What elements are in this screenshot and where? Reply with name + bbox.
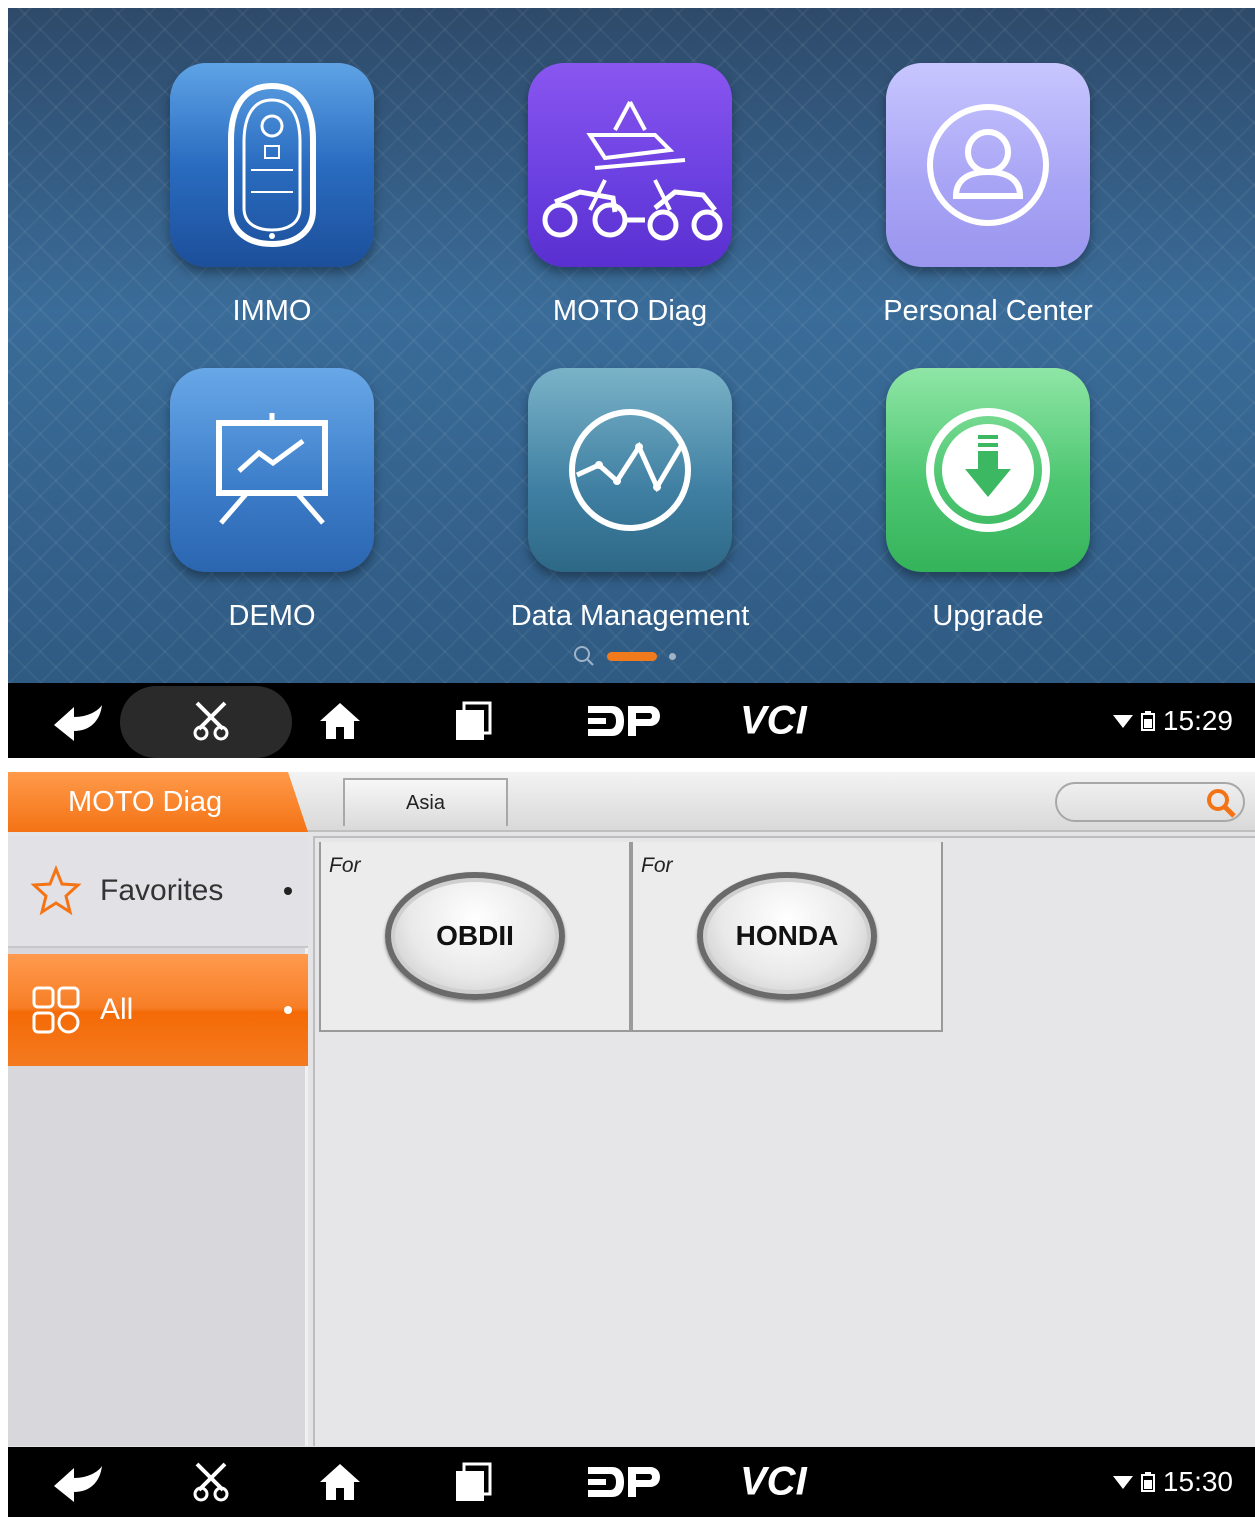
app-personal-center[interactable]: Personal Center	[858, 63, 1118, 328]
star-icon	[30, 865, 82, 916]
selection-dot	[284, 1006, 292, 1014]
app-label: MOTO Diag	[552, 295, 708, 327]
app-label: Data Management	[510, 600, 750, 632]
motorcycle-snowmobile-atv-icon	[528, 63, 732, 267]
search-icon[interactable]	[573, 645, 595, 667]
moto-diag-screen: MOTO Diag Asia Favorites All For OBDII F…	[8, 772, 1255, 1517]
clock-time: 15:30	[1162, 1466, 1233, 1497]
screenshot-button[interactable]	[193, 1462, 229, 1502]
page-title: MOTO Diag	[8, 772, 308, 832]
sidebar-item-favorites[interactable]: Favorites	[8, 836, 308, 948]
home-button[interactable]	[318, 1462, 362, 1502]
app-label: Personal Center	[883, 295, 1093, 327]
sidebar-item-all[interactable]: All	[8, 954, 308, 1066]
selection-dot	[284, 887, 292, 895]
brand-card-obdii[interactable]: For OBDII	[319, 842, 631, 1032]
home-button[interactable]	[318, 701, 362, 741]
app-data-management[interactable]: Data Management	[500, 368, 760, 633]
back-arrow-icon	[54, 704, 102, 741]
home-screen: IMMO MOTO Diag Personal Center DEMO Data…	[8, 8, 1255, 758]
active-page-dot[interactable]	[607, 651, 657, 661]
dp-logo-icon	[588, 705, 660, 736]
page-indicator	[573, 645, 676, 667]
dp-button[interactable]	[586, 1465, 660, 1499]
key-fob-icon	[170, 63, 374, 267]
scissors-icon	[193, 701, 229, 740]
dp-button[interactable]	[586, 704, 660, 738]
home-icon	[320, 702, 360, 739]
battery-icon	[1140, 710, 1155, 731]
status-area: 15:30	[1112, 1466, 1233, 1498]
system-nav-bar: VCI 15:29	[8, 683, 1255, 758]
sidebar: Favorites All	[8, 836, 308, 1446]
brand-grid: For OBDII For HONDA	[313, 836, 1255, 1446]
brand-badge: HONDA	[697, 872, 877, 1000]
app-upgrade[interactable]: Upgrade	[858, 368, 1118, 633]
vci-label: VCI	[740, 698, 807, 742]
app-moto-diag[interactable]: MOTO Diag	[500, 63, 760, 328]
wifi-icon	[1112, 1476, 1133, 1489]
back-arrow-icon	[54, 1466, 102, 1502]
for-label: For	[329, 854, 361, 877]
back-button[interactable]	[52, 701, 104, 741]
user-profile-icon	[886, 63, 1090, 267]
screenshot-button[interactable]	[193, 701, 229, 741]
sidebar-item-label: All	[100, 993, 134, 1026]
recent-apps-icon	[456, 1462, 492, 1501]
vci-button[interactable]: VCI	[740, 698, 807, 743]
wifi-icon	[1112, 714, 1133, 728]
moto-diag-header: MOTO Diag Asia	[8, 772, 1255, 832]
grid-icon	[32, 986, 80, 1034]
vci-button[interactable]: VCI	[740, 1460, 807, 1505]
vci-label: VCI	[740, 1459, 807, 1504]
app-label: IMMO	[232, 295, 312, 327]
battery-icon	[1140, 1472, 1155, 1492]
status-area: 15:29	[1112, 704, 1233, 737]
app-demo[interactable]: DEMO	[142, 368, 402, 633]
recent-apps-button[interactable]	[454, 1462, 492, 1502]
line-graph-icon	[528, 368, 732, 572]
for-label: For	[641, 854, 673, 877]
clock-time: 15:29	[1162, 704, 1233, 736]
app-label: DEMO	[228, 600, 316, 632]
search-icon[interactable]	[1205, 787, 1237, 819]
back-button[interactable]	[52, 1462, 104, 1502]
app-immo[interactable]: IMMO	[142, 63, 402, 328]
home-icon	[320, 1464, 360, 1500]
presentation-board-icon	[170, 368, 374, 572]
tab-asia[interactable]: Asia	[343, 778, 508, 826]
download-arrow-icon	[886, 368, 1090, 572]
dp-logo-icon	[588, 1467, 660, 1497]
sidebar-item-label: Favorites	[100, 874, 224, 907]
brand-card-honda[interactable]: For HONDA	[631, 842, 943, 1032]
page-dot[interactable]	[669, 652, 676, 660]
system-nav-bar: VCI 15:30	[8, 1447, 1255, 1517]
app-label: Upgrade	[932, 600, 1044, 632]
brand-badge: OBDII	[385, 872, 565, 1000]
recent-apps-icon	[456, 701, 492, 740]
scissors-icon	[193, 1462, 229, 1502]
recent-apps-button[interactable]	[454, 701, 492, 741]
search-input[interactable]	[1055, 782, 1245, 822]
